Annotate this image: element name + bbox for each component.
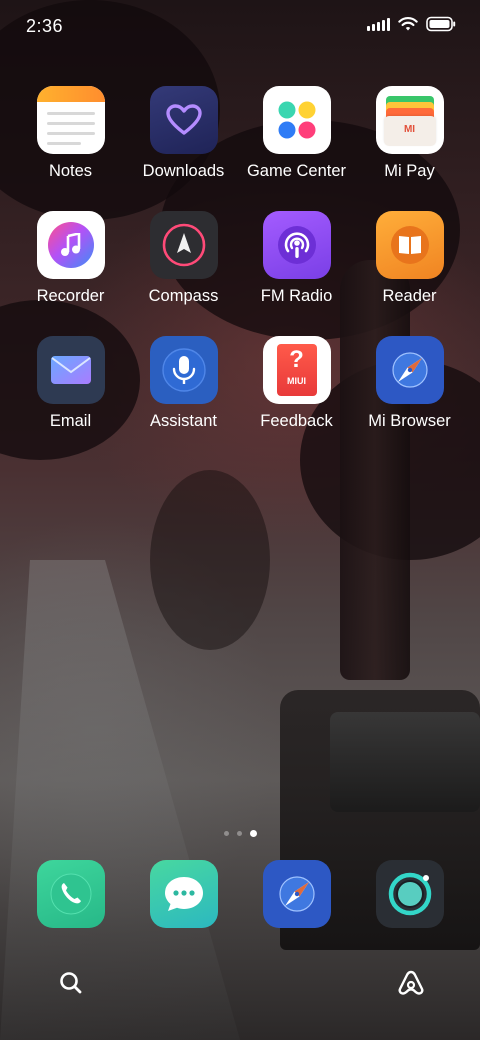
wifi-icon xyxy=(398,16,418,32)
dock xyxy=(0,860,480,930)
app-label: Game Center xyxy=(246,162,347,180)
app-assistant[interactable]: Assistant xyxy=(127,336,240,431)
status-bar: 2:36 xyxy=(0,0,480,52)
downloads-heart-icon xyxy=(149,86,218,154)
dock-browser[interactable] xyxy=(240,860,353,928)
reader-book-icon xyxy=(375,211,444,279)
app-fm-radio[interactable]: FM Radio xyxy=(240,211,353,306)
app-label: Recorder xyxy=(36,287,105,305)
signal-icon xyxy=(367,17,390,31)
recorder-music-note-icon xyxy=(36,211,105,279)
dock-camera[interactable] xyxy=(353,860,466,928)
app-notes[interactable]: Notes xyxy=(14,86,127,181)
page-dot xyxy=(236,831,242,836)
assistant-a-icon[interactable] xyxy=(396,968,426,998)
mi-pay-wallet-icon: MI xyxy=(375,86,444,154)
mi-pay-badge: MI xyxy=(403,124,416,135)
app-label: Downloads xyxy=(142,162,225,180)
page-dot-active xyxy=(249,830,257,837)
search-icon[interactable] xyxy=(58,970,84,996)
dock-phone[interactable] xyxy=(14,860,127,928)
app-reader[interactable]: Reader xyxy=(353,211,466,306)
notes-icon xyxy=(36,86,105,154)
page-indicator xyxy=(0,830,480,837)
app-label: Feedback xyxy=(260,412,333,430)
app-recorder[interactable]: Recorder xyxy=(14,211,127,306)
messages-bubble-icon xyxy=(149,860,218,928)
feedback-question-icon: ? MIUI xyxy=(262,336,331,404)
mi-browser-compass-icon xyxy=(375,336,444,404)
email-envelope-icon xyxy=(36,336,105,404)
app-label: Compass xyxy=(148,287,219,305)
camera-lens-icon xyxy=(375,860,444,928)
browser-compass-icon xyxy=(262,860,331,928)
app-feedback[interactable]: ? MIUI Feedback xyxy=(240,336,353,431)
assistant-mic-icon xyxy=(149,336,218,404)
app-label: Email xyxy=(49,412,92,430)
battery-icon xyxy=(426,16,456,32)
app-label: Notes xyxy=(48,162,93,180)
page-dot xyxy=(223,831,229,836)
app-mi-pay[interactable]: MI Mi Pay xyxy=(353,86,466,181)
app-mi-browser[interactable]: Mi Browser xyxy=(353,336,466,431)
app-downloads[interactable]: Downloads xyxy=(127,86,240,181)
feedback-badge: MIUI xyxy=(287,376,306,386)
compass-arrow-icon xyxy=(149,211,218,279)
clock: 2:36 xyxy=(26,16,64,36)
app-label: Reader xyxy=(382,287,437,305)
app-label: Mi Pay xyxy=(384,162,435,180)
app-compass[interactable]: Compass xyxy=(127,211,240,306)
dock-messages[interactable] xyxy=(127,860,240,928)
game-center-dots-icon xyxy=(262,86,331,154)
app-label: Mi Browser xyxy=(368,412,451,430)
app-label: Assistant xyxy=(150,412,217,430)
phone-icon xyxy=(36,860,105,928)
app-label: FM Radio xyxy=(260,287,333,305)
app-email[interactable]: Email xyxy=(14,336,127,431)
app-game-center[interactable]: Game Center xyxy=(240,86,353,181)
bottom-bar xyxy=(0,964,480,1004)
fm-radio-podcast-icon xyxy=(262,211,331,279)
